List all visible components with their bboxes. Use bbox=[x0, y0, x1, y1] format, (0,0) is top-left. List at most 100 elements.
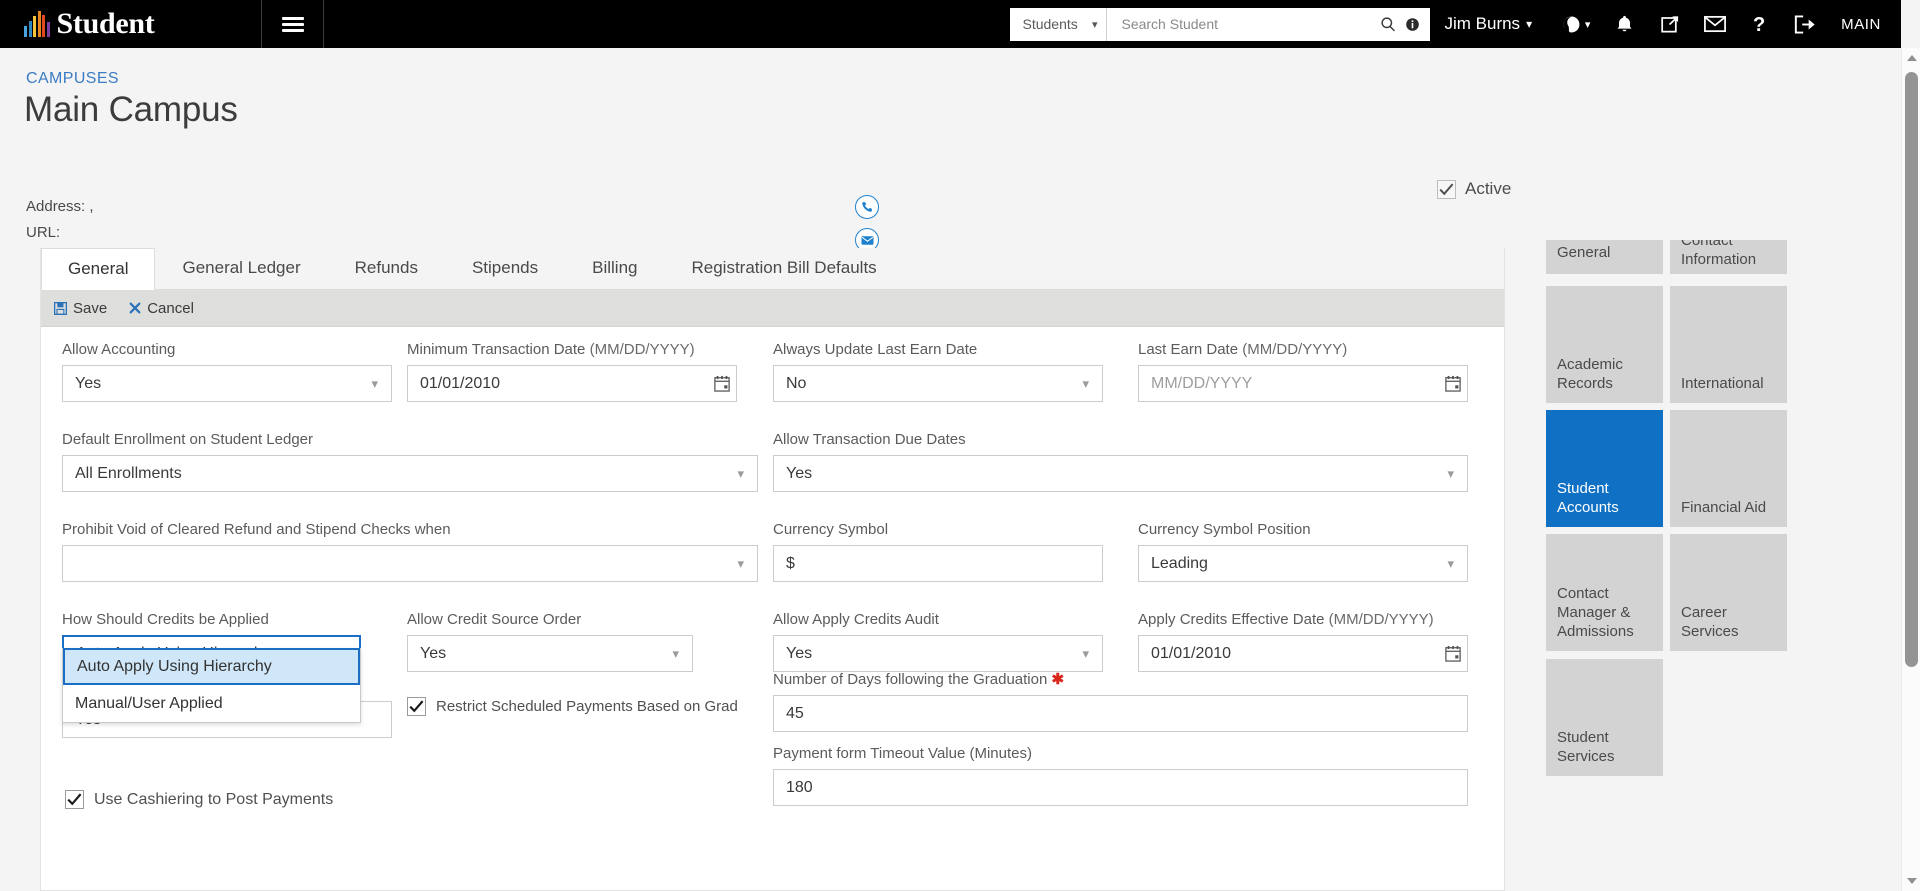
tile-academic-records[interactable]: Academic Records bbox=[1546, 286, 1663, 403]
field-value: 180 bbox=[786, 778, 813, 796]
field-label: Currency Symbol bbox=[773, 521, 889, 538]
info-icon[interactable] bbox=[1405, 17, 1420, 32]
app-logo[interactable]: Student bbox=[0, 0, 262, 48]
tab-billing[interactable]: Billing bbox=[565, 247, 664, 289]
default-enrollment-select[interactable]: All Enrollments ▾ bbox=[62, 455, 758, 492]
always-update-last-earn-date-select[interactable]: No ▾ bbox=[773, 365, 1103, 402]
currency-symbol-position-select[interactable]: Leading ▾ bbox=[1138, 545, 1468, 582]
campus-meta: Address: , URL: bbox=[26, 194, 94, 246]
apply-credits-effective-date-input[interactable]: 01/01/2010 bbox=[1138, 635, 1468, 672]
application-root: Student Students ▾ Search Student Jim Bu… bbox=[0, 0, 1920, 891]
close-icon bbox=[129, 302, 141, 314]
tile-financial-aid[interactable]: Financial Aid bbox=[1670, 410, 1787, 527]
label-text: Last Earn Date bbox=[1138, 341, 1239, 358]
tile-career-services[interactable]: Career Services bbox=[1670, 534, 1787, 651]
prohibit-void-select[interactable]: ▾ bbox=[62, 545, 758, 582]
field-always-update-last-earn-date: Always Update Last Earn Date No ▾ bbox=[773, 341, 1103, 402]
vertical-scrollbar[interactable] bbox=[1901, 48, 1920, 891]
allow-apply-credits-audit-select[interactable]: Yes ▾ bbox=[773, 635, 1103, 672]
search-icon[interactable] bbox=[1380, 16, 1397, 33]
minimum-transaction-date-input[interactable]: 01/01/2010 bbox=[407, 365, 737, 402]
currency-symbol-input[interactable]: $ bbox=[773, 545, 1103, 582]
use-cashiering-row[interactable]: Use Cashiering to Post Payments bbox=[65, 790, 333, 809]
cancel-button[interactable]: Cancel bbox=[129, 300, 194, 317]
tile-student-accounts[interactable]: Student Accounts bbox=[1546, 410, 1663, 527]
tile-contact-manager-admissions[interactable]: Contact Manager & Admissions bbox=[1546, 534, 1663, 651]
field-value: Leading bbox=[1151, 554, 1208, 572]
chevron-down-icon: ▾ bbox=[672, 645, 679, 661]
dropdown-option-auto-apply-using-hierarchy[interactable]: Auto Apply Using Hierarchy bbox=[63, 648, 360, 685]
field-label: Minimum Transaction Date (MM/DD/YYYY) bbox=[407, 341, 737, 359]
search-input[interactable] bbox=[1119, 15, 1373, 33]
tile-contact-information[interactable]: Contact Information bbox=[1670, 240, 1787, 274]
search-scope-select[interactable]: Students ▾ bbox=[1010, 7, 1108, 41]
tab-label: General bbox=[68, 259, 129, 278]
tab-refunds[interactable]: Refunds bbox=[328, 247, 445, 289]
logout-icon[interactable] bbox=[1782, 0, 1827, 48]
general-settings-form: Allow Accounting Yes ▾ Minimum Transacti… bbox=[41, 327, 1504, 887]
field-label: Always Update Last Earn Date bbox=[773, 341, 978, 358]
field-label: Allow Credit Source Order bbox=[407, 611, 582, 628]
restrict-scheduled-payments-row[interactable]: Restrict Scheduled Payments Based on Gra… bbox=[407, 697, 738, 716]
calendar-icon[interactable] bbox=[1445, 375, 1461, 392]
calendar-icon[interactable] bbox=[1445, 645, 1461, 662]
search-area: Students ▾ bbox=[1010, 7, 1431, 41]
page-content: CAMPUSES Main Campus Address: , URL: Act… bbox=[0, 48, 1901, 891]
field-default-enrollment: Default Enrollment on Student Ledger All… bbox=[62, 431, 758, 492]
option-label: Auto Apply Using Hierarchy bbox=[77, 657, 272, 675]
tile-student-services[interactable]: Student Services bbox=[1546, 659, 1663, 776]
globe-icon[interactable]: ▾ bbox=[1550, 0, 1602, 48]
tile-label: International bbox=[1681, 375, 1764, 392]
payment-form-timeout-input[interactable]: 180 bbox=[773, 769, 1468, 806]
external-link-icon[interactable] bbox=[1647, 0, 1692, 48]
tab-registration-bill-defaults[interactable]: Registration Bill Defaults bbox=[664, 247, 903, 289]
tab-label: Billing bbox=[592, 258, 638, 277]
help-icon[interactable]: ? bbox=[1737, 0, 1782, 48]
tab-general-ledger[interactable]: General Ledger bbox=[155, 247, 327, 289]
scroll-up-arrow[interactable] bbox=[1902, 48, 1920, 68]
phone-icon[interactable] bbox=[855, 195, 879, 219]
allow-transaction-due-dates-select[interactable]: Yes ▾ bbox=[773, 455, 1468, 492]
use-cashiering-checkbox[interactable] bbox=[65, 790, 84, 809]
tab-stipends[interactable]: Stipends bbox=[445, 247, 565, 289]
active-label: Active bbox=[1465, 179, 1512, 198]
label-text: Minimum Transaction Date bbox=[407, 341, 586, 358]
chevron-down-icon: ▾ bbox=[1447, 555, 1454, 571]
envelope-icon[interactable] bbox=[1692, 0, 1737, 48]
field-value: 01/01/2010 bbox=[1151, 644, 1232, 662]
field-value: Yes bbox=[420, 644, 447, 662]
allow-accounting-select[interactable]: Yes ▾ bbox=[62, 365, 392, 402]
label-text: Apply Credits Effective Date bbox=[1138, 611, 1325, 628]
active-checkbox-row[interactable]: Active bbox=[1437, 179, 1511, 199]
use-cashiering-label: Use Cashiering to Post Payments bbox=[94, 790, 334, 808]
allow-credit-source-order-select[interactable]: Yes ▾ bbox=[407, 635, 693, 672]
active-checkbox[interactable] bbox=[1437, 179, 1456, 199]
hamburger-icon[interactable] bbox=[262, 0, 324, 48]
bell-icon[interactable] bbox=[1602, 0, 1647, 48]
user-menu[interactable]: Jim Burns ▾ bbox=[1444, 14, 1532, 34]
calendar-icon[interactable] bbox=[714, 375, 730, 392]
field-payment-form-timeout: Payment form Timeout Value (Minutes) 180 bbox=[773, 745, 1468, 806]
breadcrumb[interactable]: CAMPUSES bbox=[26, 70, 119, 88]
dropdown-option-manual-user-applied[interactable]: Manual/User Applied bbox=[63, 685, 360, 722]
last-earn-date-input[interactable]: MM/DD/YYYY bbox=[1138, 365, 1468, 402]
option-label: Manual/User Applied bbox=[75, 694, 223, 712]
tab-general[interactable]: General bbox=[41, 248, 156, 290]
field-currency-symbol: Currency Symbol $ bbox=[773, 521, 1103, 582]
scroll-down-arrow[interactable] bbox=[1902, 871, 1920, 891]
tab-label: Registration Bill Defaults bbox=[691, 258, 877, 277]
save-button[interactable]: Save bbox=[54, 300, 107, 317]
tile-label: Financial Aid bbox=[1681, 499, 1767, 516]
chevron-down-icon: ▾ bbox=[371, 375, 378, 391]
field-currency-symbol-position: Currency Symbol Position Leading ▾ bbox=[1138, 521, 1468, 582]
field-label: Allow Accounting bbox=[62, 341, 176, 358]
tile-international[interactable]: International bbox=[1670, 286, 1787, 403]
tile-label: General bbox=[1557, 243, 1611, 261]
tab-bar: General General Ledger Refunds Stipends … bbox=[41, 248, 1504, 290]
logo-bars-icon bbox=[24, 11, 50, 37]
scrollbar-thumb[interactable] bbox=[1905, 72, 1918, 667]
save-label: Save bbox=[73, 299, 108, 317]
tile-general[interactable]: General bbox=[1546, 240, 1663, 274]
number-of-days-input[interactable]: 45 bbox=[773, 695, 1468, 732]
restrict-scheduled-payments-checkbox[interactable] bbox=[407, 697, 426, 716]
